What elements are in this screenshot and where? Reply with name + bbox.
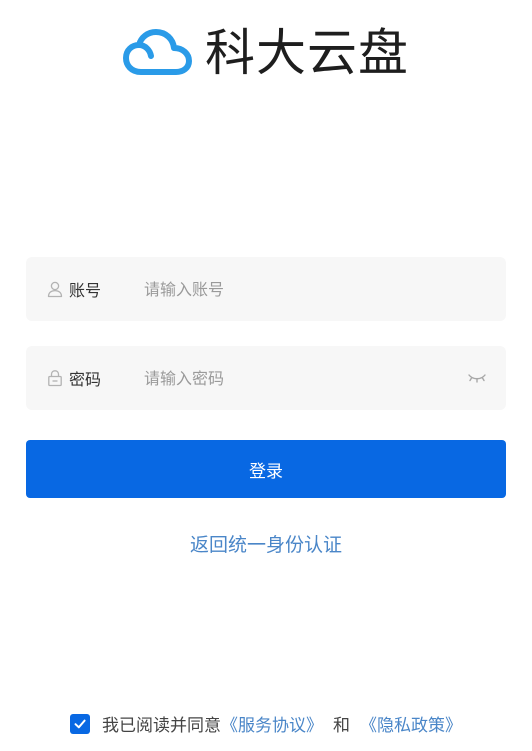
brand-header: 科大云盘 [0, 28, 532, 78]
agreement-prefix: 我已阅读并同意 [102, 716, 221, 736]
agreement-row: 我已阅读并同意 《服务协议》 和 《隐私政策》 [0, 711, 532, 736]
user-icon [47, 281, 63, 298]
account-input[interactable] [144, 269, 506, 309]
privacy-policy-link[interactable]: 《隐私政策》 [360, 711, 462, 736]
agreement-checkbox[interactable] [70, 713, 90, 734]
login-page: 科大云盘 账号 密码 登录 返回统一身份认证 [0, 0, 532, 751]
agreement-conjunction: 和 [333, 716, 350, 736]
password-field[interactable]: 密码 [26, 346, 506, 410]
lock-icon [48, 370, 62, 387]
check-icon [74, 719, 86, 728]
account-label: 账号 [69, 281, 102, 300]
password-input[interactable] [144, 358, 466, 398]
return-sso-link[interactable]: 返回统一身份认证 [0, 530, 532, 557]
account-field[interactable]: 账号 [26, 257, 506, 321]
password-label: 密码 [69, 370, 102, 389]
password-visibility-toggle[interactable] [466, 367, 488, 389]
eye-closed-icon [468, 374, 486, 383]
service-agreement-link[interactable]: 《服务协议》 [221, 711, 323, 736]
cloud-icon [123, 29, 192, 75]
login-button[interactable]: 登录 [26, 440, 506, 498]
brand-title: 科大云盘 [205, 24, 409, 82]
